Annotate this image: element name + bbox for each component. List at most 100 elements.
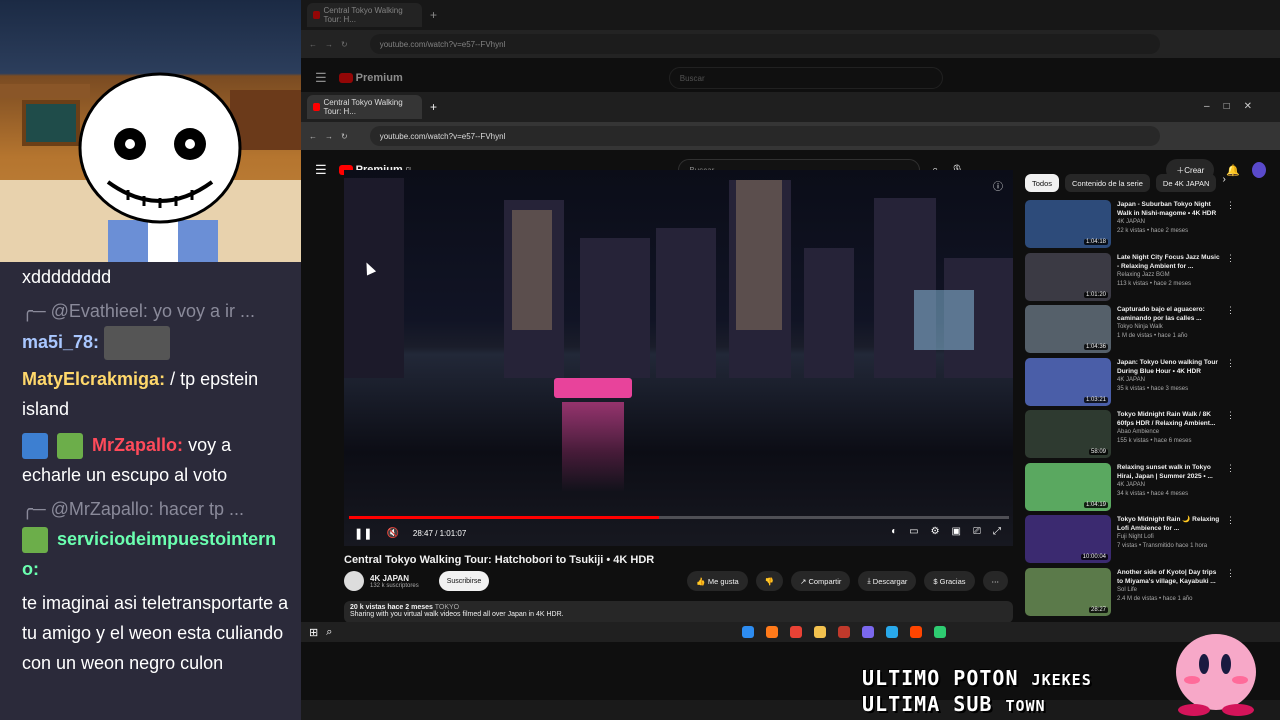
browser-tab[interactable]: Central Tokyo Walking Tour: H... (307, 3, 422, 27)
back-icon[interactable]: ← (309, 40, 317, 49)
like-button[interactable]: 👍 Me gusta (687, 571, 748, 591)
recommendation-item[interactable]: 1:04:19 Relaxing sunset walk in Tokyo Hir… (1025, 462, 1235, 513)
chevron-right-icon[interactable]: › (1222, 174, 1225, 192)
cast-icon[interactable]: ⎚ (973, 526, 981, 537)
recommendation-title[interactable]: Relaxing sunset walk in Tokyo Hirai, Jap… (1117, 463, 1220, 481)
recommendation-channel[interactable]: 4K JAPAN (1117, 376, 1220, 385)
windows-start-icon[interactable]: ⊞ (309, 626, 318, 639)
more-options-icon[interactable]: ⋮ (1226, 568, 1235, 618)
folder-icon[interactable] (814, 626, 827, 638)
recommendation-item[interactable]: 28:27 Another side of Kyoto| Day trips to… (1025, 567, 1235, 618)
fullscreen-icon[interactable]: ⤢ (993, 526, 1001, 537)
recommendation-channel[interactable]: Relaxing Jazz BGM (1117, 271, 1220, 280)
more-options-icon[interactable]: ⋮ (1226, 305, 1235, 355)
recommendation-thumbnail[interactable]: 1:01:20 (1025, 252, 1111, 301)
settings-icon[interactable]: ⚙ (931, 526, 940, 537)
avatar[interactable] (1251, 162, 1266, 178)
recommendation-channel[interactable]: 4K JAPAN (1117, 481, 1220, 490)
recommendation-title[interactable]: Late Night City Focus Jazz Music - Relax… (1117, 253, 1220, 271)
recommendation-title[interactable]: Japan - Suburban Tokyo Night Walk in Nis… (1117, 200, 1220, 218)
recommendation-thumbnail[interactable]: 1:04:18 (1025, 200, 1111, 248)
chat-message: xdddddddd (22, 262, 291, 292)
app-icon[interactable] (910, 626, 923, 638)
edge-icon[interactable] (742, 626, 755, 638)
subscribe-button[interactable]: Suscribirse (438, 571, 490, 591)
recommendation-thumbnail[interactable]: 10:00:04 (1025, 515, 1111, 563)
reload-icon[interactable]: ↻ (341, 40, 348, 49)
more-actions-button[interactable]: ⋯ (982, 571, 1008, 591)
recommendation-title[interactable]: Tokyo Midnight Rain 🌙 Relaxing Lofi Ambi… (1117, 515, 1220, 533)
video-tag[interactable]: TOKYO (435, 604, 459, 611)
recommendation-thumbnail[interactable]: 58:09 (1025, 410, 1111, 458)
mute-icon[interactable]: 🔇 (386, 528, 398, 539)
menu-icon[interactable]: ☰ (315, 162, 327, 178)
recommendation-item[interactable]: 1:04:36 Capturado bajo el aguacero: camin… (1025, 305, 1235, 355)
recommendation-item[interactable]: 1:03:21 Japan: Tokyo Ueno walking Tour Du… (1025, 357, 1235, 408)
recommendation-title[interactable]: Capturado bajo el aguacero: caminando po… (1117, 305, 1220, 323)
recommendation-item[interactable]: 1:04:18 Japan - Suburban Tokyo Night Walk… (1025, 200, 1235, 250)
more-options-icon[interactable]: ⋮ (1226, 253, 1235, 303)
discord-icon[interactable] (862, 626, 875, 638)
app-icon[interactable] (838, 626, 851, 638)
forward-icon[interactable]: → (325, 132, 333, 141)
forward-icon[interactable]: → (325, 40, 333, 49)
captions-icon[interactable]: ▭ (909, 526, 918, 537)
recommendation-title[interactable]: Tokyo Midnight Rain Walk / 8K 60fps HDR … (1117, 410, 1220, 428)
more-options-icon[interactable]: ⋮ (1226, 358, 1235, 408)
more-options-icon[interactable]: ⋮ (1226, 515, 1235, 565)
search-input[interactable]: Buscar (668, 67, 943, 89)
recommendation-title[interactable]: Japan: Tokyo Ueno walking Tour During Bl… (1117, 358, 1220, 376)
autoplay-toggle[interactable]: ◐ (891, 526, 897, 537)
recommendation-channel[interactable]: Sol Life (1117, 586, 1220, 595)
url-field[interactable]: youtube.com/watch?v=e57--FVhynl (369, 34, 1160, 54)
channel-name[interactable]: 4K JAPAN (370, 574, 419, 583)
channel-avatar[interactable] (344, 571, 364, 591)
recommendation-channel[interactable]: Tokyo Ninja Walk (1117, 323, 1220, 332)
lit-windows (914, 290, 974, 350)
share-button[interactable]: ↗ Compartir (791, 571, 851, 591)
thanks-button[interactable]: $ Gracias (924, 571, 975, 591)
chat-message: serviciodeimpuestointerno: (22, 524, 291, 584)
firefox-icon[interactable] (766, 626, 779, 638)
chip-series[interactable]: Contenido de la serie (1065, 174, 1150, 192)
chip-all[interactable]: Todos (1025, 174, 1060, 192)
chip-channel[interactable]: De 4K JAPAN (1155, 174, 1217, 192)
recommendation-thumbnail[interactable]: 28:27 (1025, 567, 1111, 616)
recommendation-channel[interactable]: 4K JAPAN (1117, 218, 1220, 227)
recommendation-item[interactable]: 10:00:04 Tokyo Midnight Rain 🌙 Relaxing L… (1025, 515, 1235, 565)
url-field[interactable]: youtube.com/watch?v=e57--FVhynl (369, 126, 1160, 146)
download-button[interactable]: ⤓ Descargar (858, 571, 917, 591)
app-icon[interactable] (934, 626, 947, 638)
recommendation-channel[interactable]: Fuji Night Lofi (1117, 533, 1220, 542)
window-controls[interactable]: –□✕ (1204, 101, 1266, 112)
pause-icon[interactable]: ❚❚ (354, 527, 372, 540)
more-options-icon[interactable]: ⋮ (1226, 463, 1235, 513)
telegram-icon[interactable] (886, 626, 899, 638)
more-options-icon[interactable]: ⋮ (1226, 200, 1235, 250)
youtube-logo[interactable]: Premium (338, 72, 403, 84)
recommendation-thumbnail[interactable]: 1:04:19 (1025, 462, 1111, 511)
miniplayer-icon[interactable]: ▣ (952, 526, 961, 537)
new-tab-icon[interactable]: + (430, 100, 437, 114)
url-text: youtube.com/watch?v=e57--FVhynl (379, 39, 506, 49)
chrome-icon[interactable] (790, 626, 803, 638)
recommendation-item[interactable]: 1:01:20 Late Night City Focus Jazz Music … (1025, 252, 1235, 303)
more-options-icon[interactable]: ⋮ (1226, 410, 1235, 460)
menu-icon[interactable]: ☰ (315, 70, 327, 86)
recommendation-thumbnail[interactable]: 1:03:21 (1025, 357, 1111, 406)
info-icon[interactable]: ⓘ (993, 178, 1003, 193)
description-box[interactable]: 20 k vistas hace 2 meses TOKYO Sharing w… (344, 601, 1013, 623)
dislike-button[interactable]: 👎 (755, 571, 784, 591)
recommendation-item[interactable]: 58:09 Tokyo Midnight Rain Walk / 8K 60fps… (1025, 410, 1235, 460)
progress-bar[interactable] (349, 516, 1009, 519)
video-player[interactable]: ⓘ ❚❚ 🔇 28:47 / 1:01:07 ◐ ▭ ⚙ ▣ ⎚ ⤢ (344, 170, 1013, 546)
search-icon[interactable]: ⌕ (326, 626, 332, 639)
bell-icon[interactable]: 🔔 (1226, 164, 1240, 177)
new-tab-icon[interactable]: + (430, 8, 437, 22)
browser-tab[interactable]: Central Tokyo Walking Tour: H... (307, 95, 422, 119)
reload-icon[interactable]: ↻ (341, 132, 348, 141)
recommendation-channel[interactable]: Abao Ambience (1117, 428, 1220, 437)
recommendation-title[interactable]: Another side of Kyoto| Day trips to Miya… (1117, 568, 1220, 586)
back-icon[interactable]: ← (309, 132, 317, 141)
recommendation-thumbnail[interactable]: 1:04:36 (1025, 305, 1111, 353)
